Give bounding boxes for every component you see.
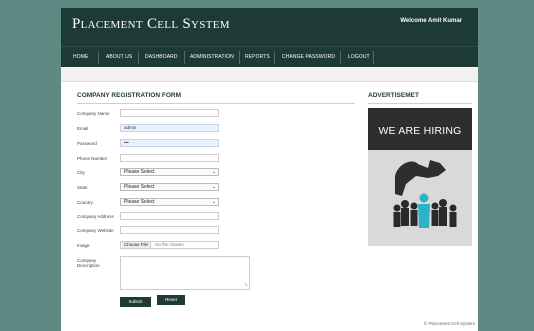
address-input[interactable] bbox=[120, 212, 219, 220]
welcome-message: Welcome Amit Kumar bbox=[400, 18, 462, 24]
phone-label: Phone Number bbox=[77, 156, 108, 161]
nav-divider bbox=[138, 51, 139, 64]
country-select-value: Please Select bbox=[124, 199, 155, 205]
file-status: No file chosen bbox=[155, 242, 184, 247]
nav-about-us[interactable]: ABOUT US bbox=[106, 54, 132, 60]
resize-handle-icon[interactable]: ↘ bbox=[244, 283, 248, 288]
form-title-rule bbox=[77, 103, 355, 104]
hiring-illustration bbox=[393, 160, 457, 228]
state-select[interactable]: Please Select ⌄ bbox=[120, 183, 219, 191]
city-label: City bbox=[77, 170, 85, 175]
page: Placement Cell System Welcome Amit Kumar… bbox=[61, 8, 478, 331]
description-label: Company Description bbox=[77, 258, 100, 268]
city-select[interactable]: Please Select ⌄ bbox=[120, 168, 219, 176]
chevron-down-icon: ⌄ bbox=[211, 184, 216, 190]
chevron-down-icon: ⌄ bbox=[211, 169, 216, 175]
company-name-label: Company Name bbox=[77, 111, 110, 116]
submit-button[interactable]: Submit bbox=[120, 297, 151, 307]
header: Placement Cell System Welcome Amit Kumar bbox=[61, 8, 478, 46]
nav-divider bbox=[98, 51, 99, 64]
image-file-input[interactable]: Choose File No file chosen bbox=[120, 241, 219, 249]
sub-bar bbox=[61, 68, 478, 82]
nav-divider bbox=[340, 51, 341, 64]
footer-copyright: © Placement Cell System bbox=[423, 321, 475, 326]
advertisement-title: ADVERTISEMET bbox=[368, 92, 419, 99]
website-input[interactable] bbox=[120, 226, 219, 234]
form-title: COMPANY REGISTRATION FORM bbox=[77, 92, 181, 99]
site-title: Placement Cell System bbox=[72, 16, 230, 32]
advertisement-title-rule bbox=[368, 103, 472, 104]
main-nav: HOME ABOUT US DASHBOARD ADMINISTRATION R… bbox=[61, 46, 478, 67]
password-label: Password bbox=[77, 141, 97, 146]
email-label: Email bbox=[77, 126, 89, 131]
address-label: Company Address bbox=[77, 214, 114, 219]
state-label: State bbox=[77, 185, 88, 190]
nav-home[interactable]: HOME bbox=[73, 54, 88, 60]
nav-logout[interactable]: LOGOUT bbox=[348, 54, 370, 60]
nav-divider bbox=[184, 51, 185, 64]
image-label: Image bbox=[77, 243, 90, 248]
reset-button[interactable]: Reset bbox=[157, 295, 185, 305]
description-textarea[interactable]: ↘ bbox=[120, 256, 250, 290]
advertisement-banner[interactable]: WE ARE HIRING bbox=[368, 108, 472, 246]
state-select-value: Please Select bbox=[124, 184, 155, 190]
city-select-value: Please Select bbox=[124, 169, 155, 175]
choose-file-button[interactable]: Choose File bbox=[122, 242, 152, 248]
phone-input[interactable] bbox=[120, 154, 219, 162]
nav-dashboard[interactable]: DASHBOARD bbox=[145, 54, 178, 60]
nav-divider bbox=[274, 51, 275, 64]
company-name-input[interactable] bbox=[120, 109, 219, 117]
website-label: Company Website bbox=[77, 228, 114, 233]
nav-divider bbox=[239, 51, 240, 64]
nav-administration[interactable]: ADMINISTRATION bbox=[190, 54, 234, 60]
email-input[interactable]: admin bbox=[120, 124, 219, 132]
nav-divider bbox=[373, 51, 374, 64]
password-input[interactable]: ••• bbox=[120, 139, 219, 147]
chevron-down-icon: ⌄ bbox=[211, 199, 216, 205]
nav-reports[interactable]: REPORTS bbox=[245, 54, 270, 60]
country-select[interactable]: Please Select ⌄ bbox=[120, 198, 219, 206]
nav-change-password[interactable]: CHANGE PASSWORD bbox=[282, 54, 335, 60]
country-label: Country bbox=[77, 200, 93, 205]
